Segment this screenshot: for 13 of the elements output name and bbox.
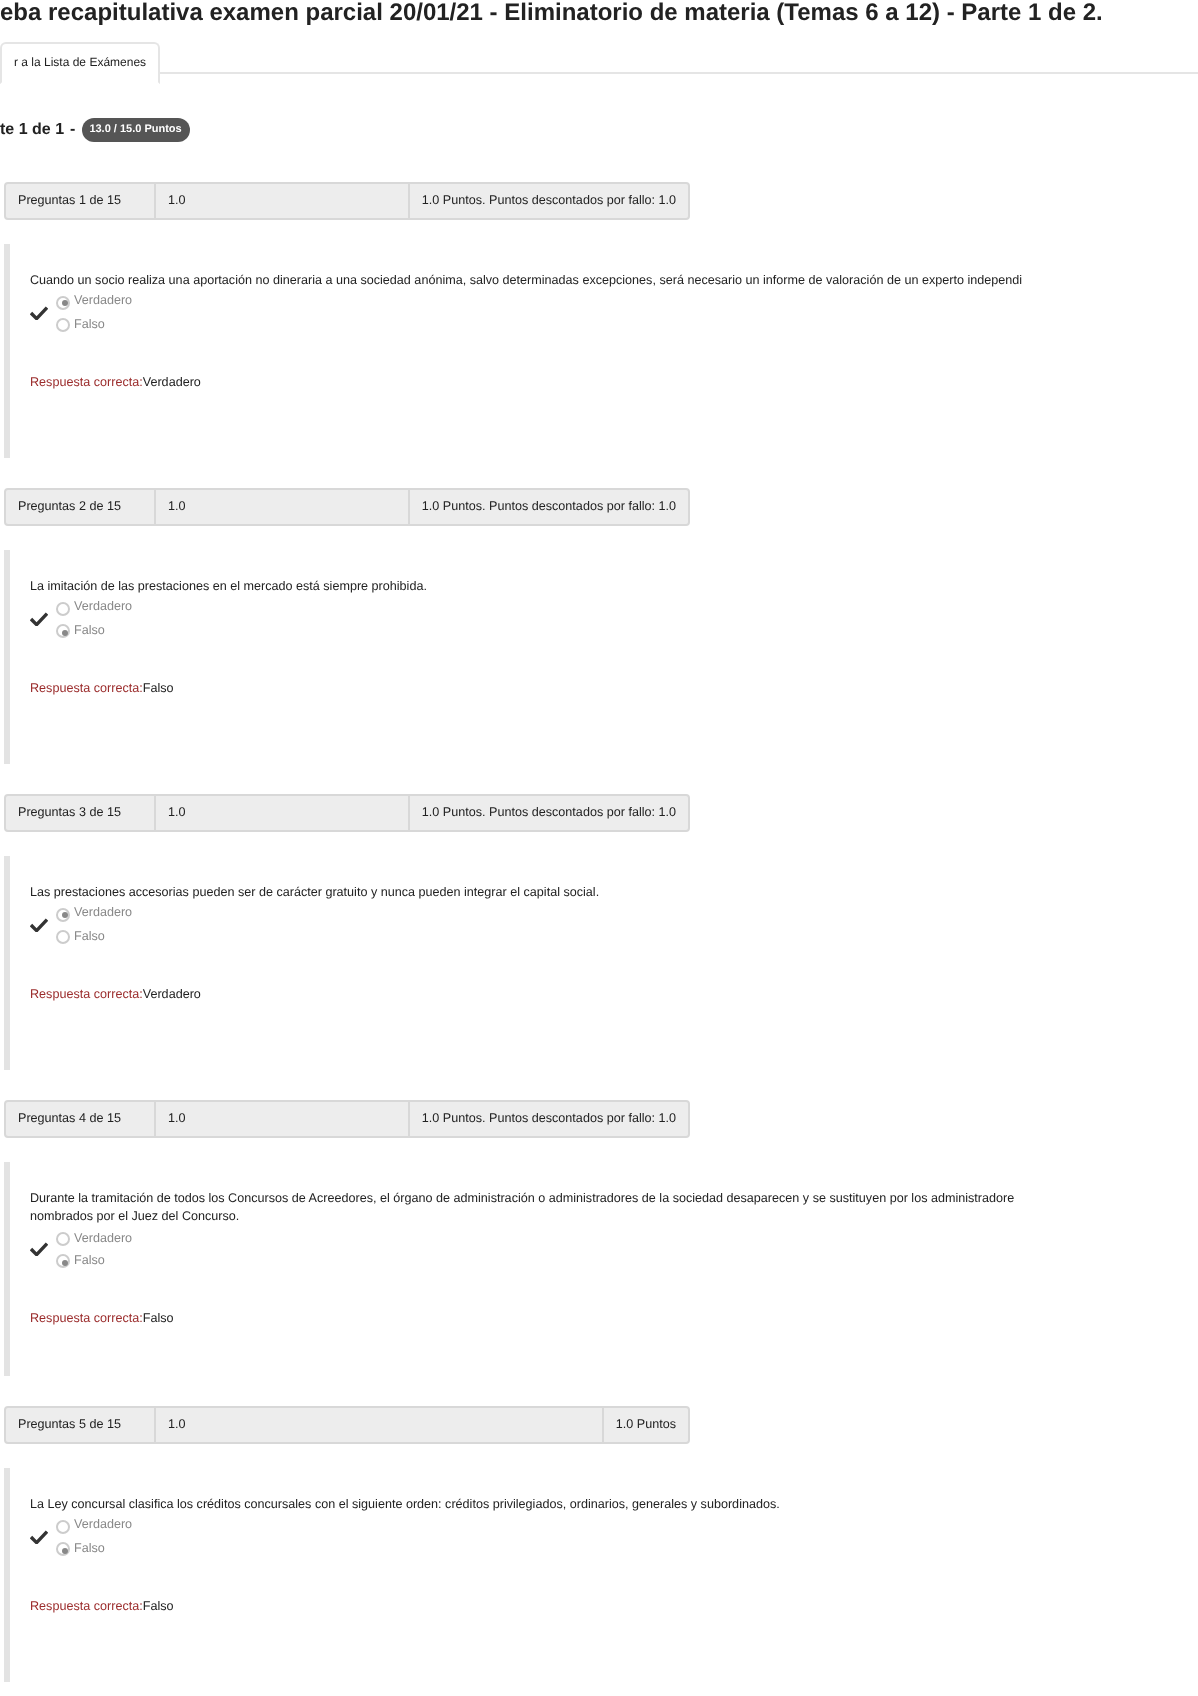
part-label: te 1 de 1: [0, 118, 65, 143]
radio-button[interactable]: [56, 1542, 70, 1557]
separator: -: [70, 118, 76, 143]
radio-button[interactable]: [56, 907, 70, 922]
radio-button[interactable]: [56, 318, 70, 333]
radio-button[interactable]: [56, 295, 70, 310]
radio-button[interactable]: [56, 624, 70, 639]
page-title: eba recapitulativa examen parcial 20/01/21 - Eliminatorio de materia (Temas 6 a 12) - Parte 1 de 2.: [0, 0, 1105, 26]
radio-button[interactable]: [56, 1519, 70, 1534]
radio-button[interactable]: [56, 601, 70, 616]
radio-button[interactable]: [56, 1254, 70, 1269]
radio-button[interactable]: [56, 930, 70, 945]
radio-button[interactable]: [56, 1231, 70, 1246]
